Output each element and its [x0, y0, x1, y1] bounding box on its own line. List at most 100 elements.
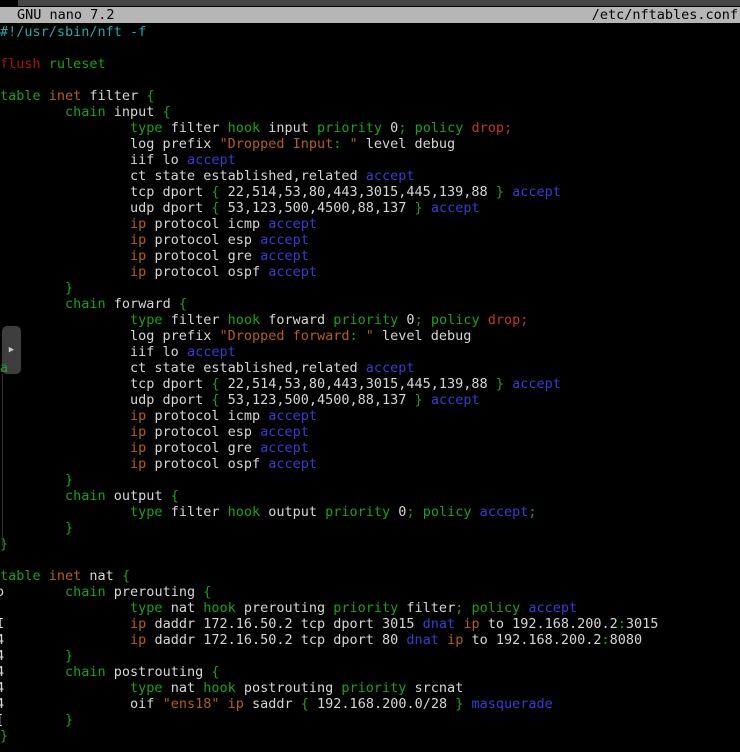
code-line: [0, 72, 740, 88]
code-token: [0, 680, 130, 696]
code-token: accept: [187, 152, 236, 168]
code-token: ip: [130, 456, 146, 472]
code-token: ip: [228, 696, 244, 712]
code-token: table: [0, 568, 41, 584]
code-token: [472, 504, 480, 520]
code-token: nat: [163, 600, 204, 616]
code-token: {: [203, 584, 211, 600]
code-token: postrouting: [106, 664, 212, 680]
code-token: [0, 104, 65, 120]
code-line: }: [0, 536, 740, 552]
code-token: [480, 312, 488, 328]
code-token: hook: [228, 504, 261, 520]
code-line: tcp dport { 22,514,53,80,443,3015,445,13…: [0, 184, 740, 200]
code-token: [0, 712, 65, 728]
code-token: [0, 600, 130, 616]
code-token: [0, 520, 65, 536]
code-token: forward: [260, 312, 333, 328]
code-token: :: [350, 328, 358, 344]
code-line: ip protocol icmp accept: [0, 408, 740, 424]
code-token: output: [260, 504, 325, 520]
code-token: ip: [463, 616, 479, 632]
code-token: forward: [106, 296, 179, 312]
code-token: filter: [163, 120, 228, 136]
code-token: type: [130, 312, 163, 328]
code-token: hook: [228, 312, 261, 328]
code-line: iif lo accept: [0, 152, 740, 168]
code-line: }: [0, 280, 740, 296]
code-token: 53,123,500,4500,88,137: [219, 200, 414, 216]
code-token: }: [496, 376, 504, 392]
code-token: filter: [81, 88, 146, 104]
code-token: hook: [228, 120, 261, 136]
code-token: dnat: [406, 632, 439, 648]
clipped-glyph: 4: [0, 664, 4, 680]
code-token: input: [260, 120, 317, 136]
code-token: protocol ospf: [146, 264, 268, 280]
code-token: daddr 172.16.50.2 tcp dport 3015: [146, 616, 422, 632]
code-token: chain: [65, 296, 106, 312]
code-line: table inet filter {: [0, 88, 740, 104]
code-token: nat: [81, 568, 122, 584]
code-token: 53,123,500,4500,88,137: [219, 392, 414, 408]
expand-arrow-icon: ▶: [9, 346, 14, 355]
code-token: type: [130, 504, 163, 520]
code-token: type: [130, 120, 163, 136]
code-token: ip: [130, 616, 146, 632]
code-token: type: [130, 600, 163, 616]
code-token: [0, 472, 65, 488]
code-token: }: [65, 472, 73, 488]
code-token: :: [602, 632, 610, 648]
code-line: udp dport { 53,123,500,4500,88,137 } acc…: [0, 392, 740, 408]
code-token: srcnat: [406, 680, 463, 696]
code-token: }: [0, 728, 8, 744]
code-token: drop;: [472, 120, 513, 136]
code-line: ip protocol gre accept: [0, 440, 740, 456]
code-line: oif "ens18" ip saddr { 192.168.200.0/28 …: [0, 696, 740, 712]
code-line: ip protocol ospf accept: [0, 456, 740, 472]
code-token: filter: [163, 504, 228, 520]
code-line: #!/usr/sbin/nft -f: [0, 24, 740, 40]
code-token: chain: [65, 584, 106, 600]
window-top-strip: [0, 0, 740, 6]
code-token: [423, 200, 431, 216]
code-token: [439, 632, 447, 648]
code-token: [0, 648, 65, 664]
code-token: [0, 616, 130, 632]
code-token: 0: [382, 120, 398, 136]
editor-area[interactable]: #!/usr/sbin/nft -f flush ruleset table ine…: [0, 24, 740, 744]
code-token: protocol gre: [146, 440, 260, 456]
code-token: tcp dport: [0, 376, 211, 392]
code-token: accept: [431, 200, 480, 216]
code-token: {: [179, 296, 187, 312]
code-token: [0, 456, 130, 472]
code-line: }: [0, 728, 740, 744]
code-line: log prefix "Dropped Input: " level debug: [0, 136, 740, 152]
code-token: ip: [130, 632, 146, 648]
code-token: [0, 424, 130, 440]
code-token: [0, 296, 65, 312]
code-token: saddr: [244, 696, 301, 712]
code-token: }: [65, 712, 73, 728]
code-token: }: [415, 392, 423, 408]
code-token: udp dport: [0, 392, 211, 408]
code-token: iif lo: [0, 344, 187, 360]
code-line: udp dport { 53,123,500,4500,88,137 } acc…: [0, 200, 740, 216]
clipped-glyph: 4: [0, 648, 4, 664]
code-token: [0, 232, 130, 248]
code-token: 192.168.200.0/28: [309, 696, 455, 712]
clipped-glyph: 4: [0, 632, 4, 648]
code-token: 0: [398, 312, 414, 328]
code-line: ip protocol gre accept: [0, 248, 740, 264]
code-token: #!/usr/sbin/nft -f: [0, 24, 146, 40]
code-token: prerouting: [106, 584, 204, 600]
code-token: ip: [130, 264, 146, 280]
code-token: [504, 184, 512, 200]
code-token: [0, 120, 130, 136]
code-token: [0, 632, 130, 648]
code-line: flush ruleset: [0, 56, 740, 72]
code-token: accept: [187, 344, 236, 360]
code-token: protocol icmp: [146, 408, 268, 424]
code-token: [504, 376, 512, 392]
code-token: policy: [471, 600, 520, 616]
